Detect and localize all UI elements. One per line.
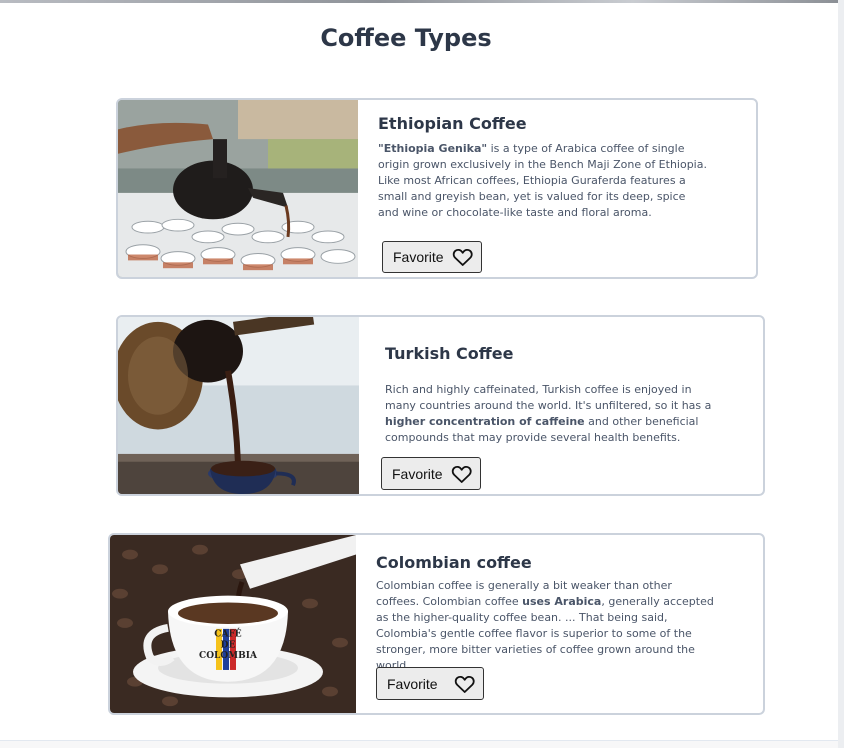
svg-text:COLOMBIA: COLOMBIA [199,651,257,661]
heart-outline-icon [454,675,475,693]
coffee-card-ethiopian: Ethiopian Coffee "Ethiopia Genika" is a … [116,98,758,279]
description-highlight: "Ethiopia Genika" [378,142,488,155]
favorite-button[interactable]: Favorite [382,241,482,273]
favorite-button[interactable]: Favorite [376,667,484,700]
card-title: Colombian coffee [376,553,532,572]
card-title: Turkish Coffee [385,344,514,363]
svg-text:DE: DE [221,641,236,651]
ethiopian-coffee-image [118,100,358,277]
coffee-card-turkish: Turkish Coffee Rich and highly caffeinat… [116,315,765,496]
colombian-coffee-image: CAFÉ DE COLOMBIA [110,535,356,713]
favorite-button[interactable]: Favorite [381,457,481,490]
description-highlight: higher concentration of caffeine [385,415,585,428]
card-title: Ethiopian Coffee [378,114,527,133]
top-edge-strip [0,0,844,3]
favorite-button-label: Favorite [392,465,443,482]
description-text: Rich and highly caffeinated, Turkish cof… [385,383,712,412]
card-description: Rich and highly caffeinated, Turkish cof… [385,382,715,446]
heart-outline-icon [452,248,473,266]
favorite-button-label: Favorite [393,249,444,265]
description-highlight: uses Arabica [522,595,602,608]
right-scroll-edge [838,0,844,748]
card-description: Colombian coffee is generally a bit weak… [376,578,716,674]
bottom-divider [0,740,838,741]
heart-outline-icon [451,465,472,483]
coffee-card-colombian: CAFÉ DE COLOMBIA Colombian coffee Colomb… [108,533,765,715]
svg-text:CAFÉ: CAFÉ [214,628,242,640]
card-description: "Ethiopia Genika" is a type of Arabica c… [378,141,708,221]
favorite-button-label: Favorite [387,675,438,692]
turkish-coffee-image [118,317,359,494]
page-title: Coffee Types [320,24,492,52]
